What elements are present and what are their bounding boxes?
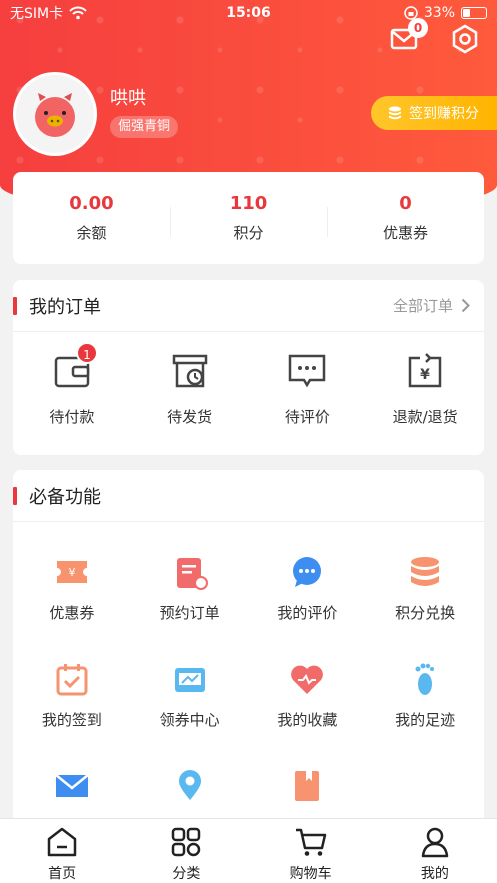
tool-reservations[interactable]: 预约订单 xyxy=(131,540,249,647)
tool-label: 领券中心 xyxy=(159,711,220,729)
book-icon xyxy=(295,771,320,801)
tool-coupon-center[interactable]: 领券中心 xyxy=(131,647,249,754)
orders-card: 我的订单 全部订单 1 待付款 待发货 待评价 ¥ 退款/退货 xyxy=(13,280,484,455)
stat-label: 积分 xyxy=(233,224,264,242)
tool-label: 我的收藏 xyxy=(277,711,338,729)
stat-points[interactable]: 110 积分 xyxy=(170,193,327,243)
tab-label: 首页 xyxy=(48,866,77,882)
orders-header: 我的订单 全部订单 xyxy=(13,280,484,332)
order-pending-shipment[interactable]: 待发货 xyxy=(131,350,249,427)
tool-coupons[interactable]: ¥ 优惠券 xyxy=(13,540,131,647)
settings-icon[interactable] xyxy=(450,24,480,54)
chat-dots-icon xyxy=(289,354,326,388)
svg-text:¥: ¥ xyxy=(420,367,430,383)
order-refund[interactable]: ¥ 退款/退货 xyxy=(366,350,484,427)
tab-profile[interactable]: 我的 xyxy=(373,819,497,883)
tab-label: 购物车 xyxy=(289,866,332,882)
home-icon xyxy=(47,827,77,857)
all-orders-link[interactable]: 全部订单 xyxy=(393,295,470,316)
cart-icon xyxy=(295,828,326,856)
category-icon xyxy=(172,827,201,857)
mail-icon xyxy=(55,774,89,797)
message-count-badge: 0 xyxy=(408,18,428,38)
location-icon xyxy=(178,770,201,800)
order-label: 待发货 xyxy=(167,408,213,426)
order-label: 待评价 xyxy=(284,408,330,426)
clipboard-icon xyxy=(176,558,208,590)
stat-label: 优惠券 xyxy=(382,224,428,242)
tools-header: 必备功能 xyxy=(13,470,484,522)
coupon-icon: ¥ xyxy=(56,561,87,583)
tool-reviews[interactable]: 我的评价 xyxy=(249,540,367,647)
stat-balance[interactable]: 0.00 余额 xyxy=(13,193,170,243)
tool-checkin[interactable]: 我的签到 xyxy=(13,647,131,754)
tool-label: 我的签到 xyxy=(41,711,102,729)
order-pending-payment[interactable]: 1 待付款 xyxy=(13,342,131,427)
tab-label: 我的 xyxy=(420,866,449,882)
tab-label: 分类 xyxy=(172,866,201,882)
tool-label: 优惠券 xyxy=(49,604,95,622)
level-badge: 倔强青铜 xyxy=(110,116,179,138)
tools-card: 必备功能 ¥ 优惠券 预约订单 我的评价 积分兑换 我的签到 领券中心 我的收藏… xyxy=(13,470,484,830)
heart-icon xyxy=(291,665,324,694)
signin-button[interactable]: 签到赚积分 xyxy=(371,96,497,130)
pig-avatar-icon xyxy=(16,75,94,153)
stat-label: 余额 xyxy=(76,224,107,242)
stat-value: 0 xyxy=(399,193,412,214)
bottom-tab-bar: 首页 分类 购物车 我的 xyxy=(0,818,497,883)
avatar[interactable] xyxy=(13,72,97,156)
tab-category[interactable]: 分类 xyxy=(124,819,248,883)
tab-home[interactable]: 首页 xyxy=(0,819,124,883)
account-stats: 0.00 余额 110 积分 0 优惠券 xyxy=(13,172,484,264)
footprint-icon xyxy=(415,663,435,695)
order-label: 退款/退货 xyxy=(392,408,458,426)
order-pending-review[interactable]: 待评价 xyxy=(249,350,367,427)
tool-label: 积分兑换 xyxy=(395,604,456,622)
coins-icon xyxy=(389,106,401,120)
tool-favorites[interactable]: 我的收藏 xyxy=(249,647,367,754)
refund-icon: ¥ xyxy=(408,353,442,388)
tab-cart[interactable]: 购物车 xyxy=(249,819,373,883)
box-clock-icon xyxy=(172,354,207,388)
pending-payment-badge: 1 xyxy=(76,342,98,364)
section-marker xyxy=(13,296,17,315)
tool-label: 我的足迹 xyxy=(395,711,456,729)
battery-icon xyxy=(461,7,487,19)
order-label: 待付款 xyxy=(49,408,95,426)
tool-label: 预约订单 xyxy=(159,604,220,622)
all-orders-label: 全部订单 xyxy=(392,297,453,315)
coupon-center-icon xyxy=(174,668,205,692)
tool-label: 我的评价 xyxy=(277,604,338,622)
profile-icon xyxy=(421,827,449,858)
username: 哄哄 xyxy=(110,88,146,109)
comment-icon xyxy=(293,557,322,587)
tool-points-exchange[interactable]: 积分兑换 xyxy=(366,540,484,647)
stat-value: 110 xyxy=(229,193,268,214)
calendar-icon xyxy=(56,664,88,696)
tool-footprints[interactable]: 我的足迹 xyxy=(366,647,484,754)
section-marker xyxy=(13,486,17,505)
section-title: 必备功能 xyxy=(29,486,101,508)
coins-icon xyxy=(411,557,440,586)
chevron-right-icon xyxy=(461,298,470,313)
svg-text:¥: ¥ xyxy=(68,566,75,579)
stat-value: 0.00 xyxy=(69,193,114,214)
stat-coupons[interactable]: 0 优惠券 xyxy=(327,193,484,243)
signin-label: 签到赚积分 xyxy=(409,106,479,122)
section-title: 我的订单 xyxy=(29,296,101,318)
